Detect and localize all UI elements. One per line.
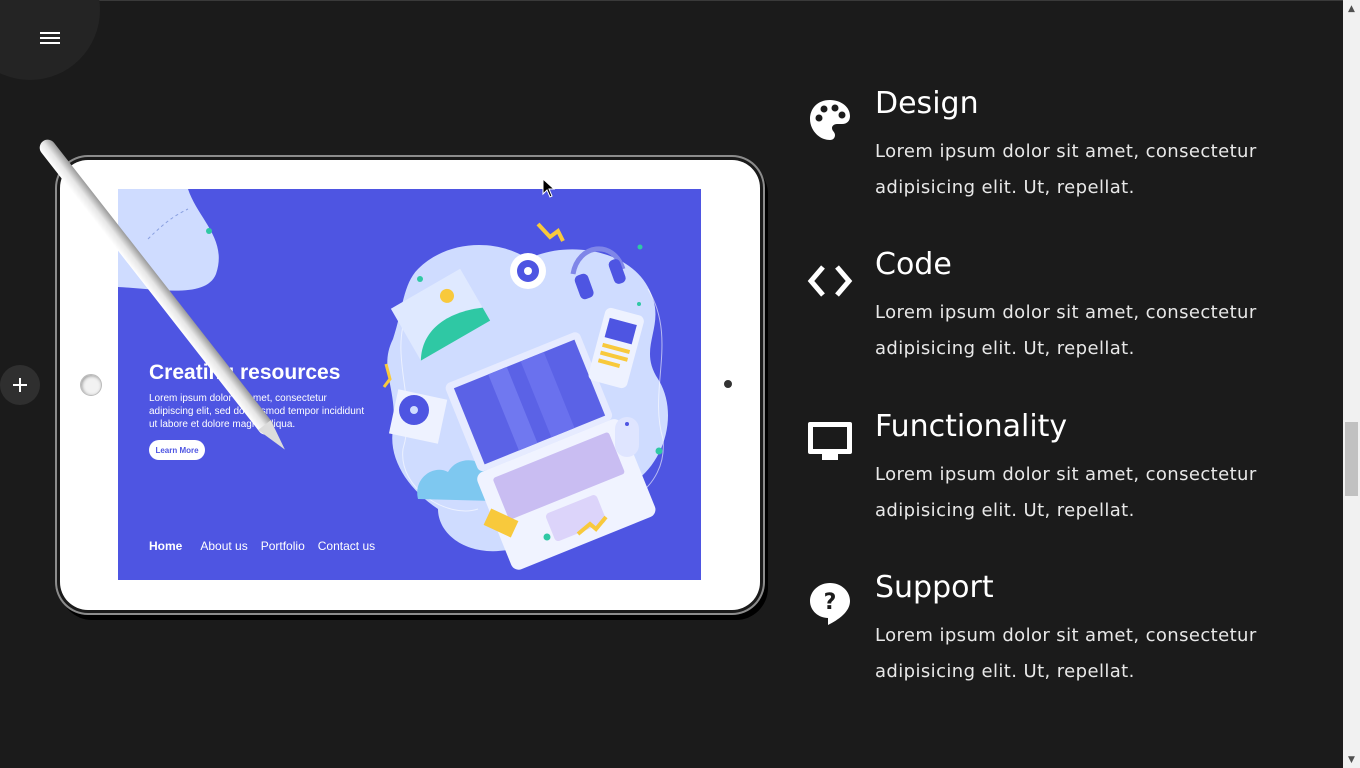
top-border	[0, 0, 1343, 1]
add-button[interactable]	[0, 365, 40, 405]
svg-text:?: ?	[824, 590, 837, 615]
feature-title: Code	[875, 247, 952, 282]
feature-title: Functionality	[875, 409, 1068, 444]
plus-icon	[13, 378, 27, 392]
feature-text: Lorem ipsum dolor sit amet, consectetur …	[875, 141, 1257, 198]
mockup-nav-home[interactable]: Home	[149, 539, 182, 553]
mockup-nav: Home About us Portfolio Contact us	[149, 539, 388, 553]
scroll-up-arrow-icon[interactable]: ▲	[1343, 0, 1360, 17]
tablet-mockup: Creating resources Lorem ipsum dolor sit…	[60, 160, 760, 610]
feature-title: Support	[875, 570, 994, 605]
hamburger-icon[interactable]	[36, 26, 64, 50]
mockup-nav-about[interactable]: About us	[200, 539, 247, 553]
tablet-camera	[724, 380, 732, 388]
palette-icon	[810, 100, 850, 140]
monitor-icon	[808, 422, 852, 460]
tablet-screen: Creating resources Lorem ipsum dolor sit…	[118, 189, 701, 580]
question-icon: ?	[810, 583, 850, 625]
feature-text: Lorem ipsum dolor sit amet, consectetur …	[875, 625, 1257, 682]
code-icon	[807, 265, 853, 297]
tablet-home-button	[80, 374, 102, 396]
scrollbar-thumb[interactable]	[1345, 422, 1358, 496]
mockup-nav-contact[interactable]: Contact us	[318, 539, 375, 553]
feature-text: Lorem ipsum dolor sit amet, consectetur …	[875, 302, 1257, 359]
feature-text: Lorem ipsum dolor sit amet, consectetur …	[875, 464, 1257, 521]
scroll-down-arrow-icon[interactable]: ▼	[1343, 751, 1360, 768]
mockup-nav-portfolio[interactable]: Portfolio	[261, 539, 305, 553]
learn-more-button[interactable]: Learn More	[149, 440, 205, 460]
hero-title: Creating resources	[149, 361, 341, 384]
feature-title: Design	[875, 86, 979, 121]
hero-body: Lorem ipsum dolor sit amet, consectetur …	[149, 393, 365, 430]
page-scrollbar[interactable]: ▲ ▼	[1343, 0, 1360, 768]
